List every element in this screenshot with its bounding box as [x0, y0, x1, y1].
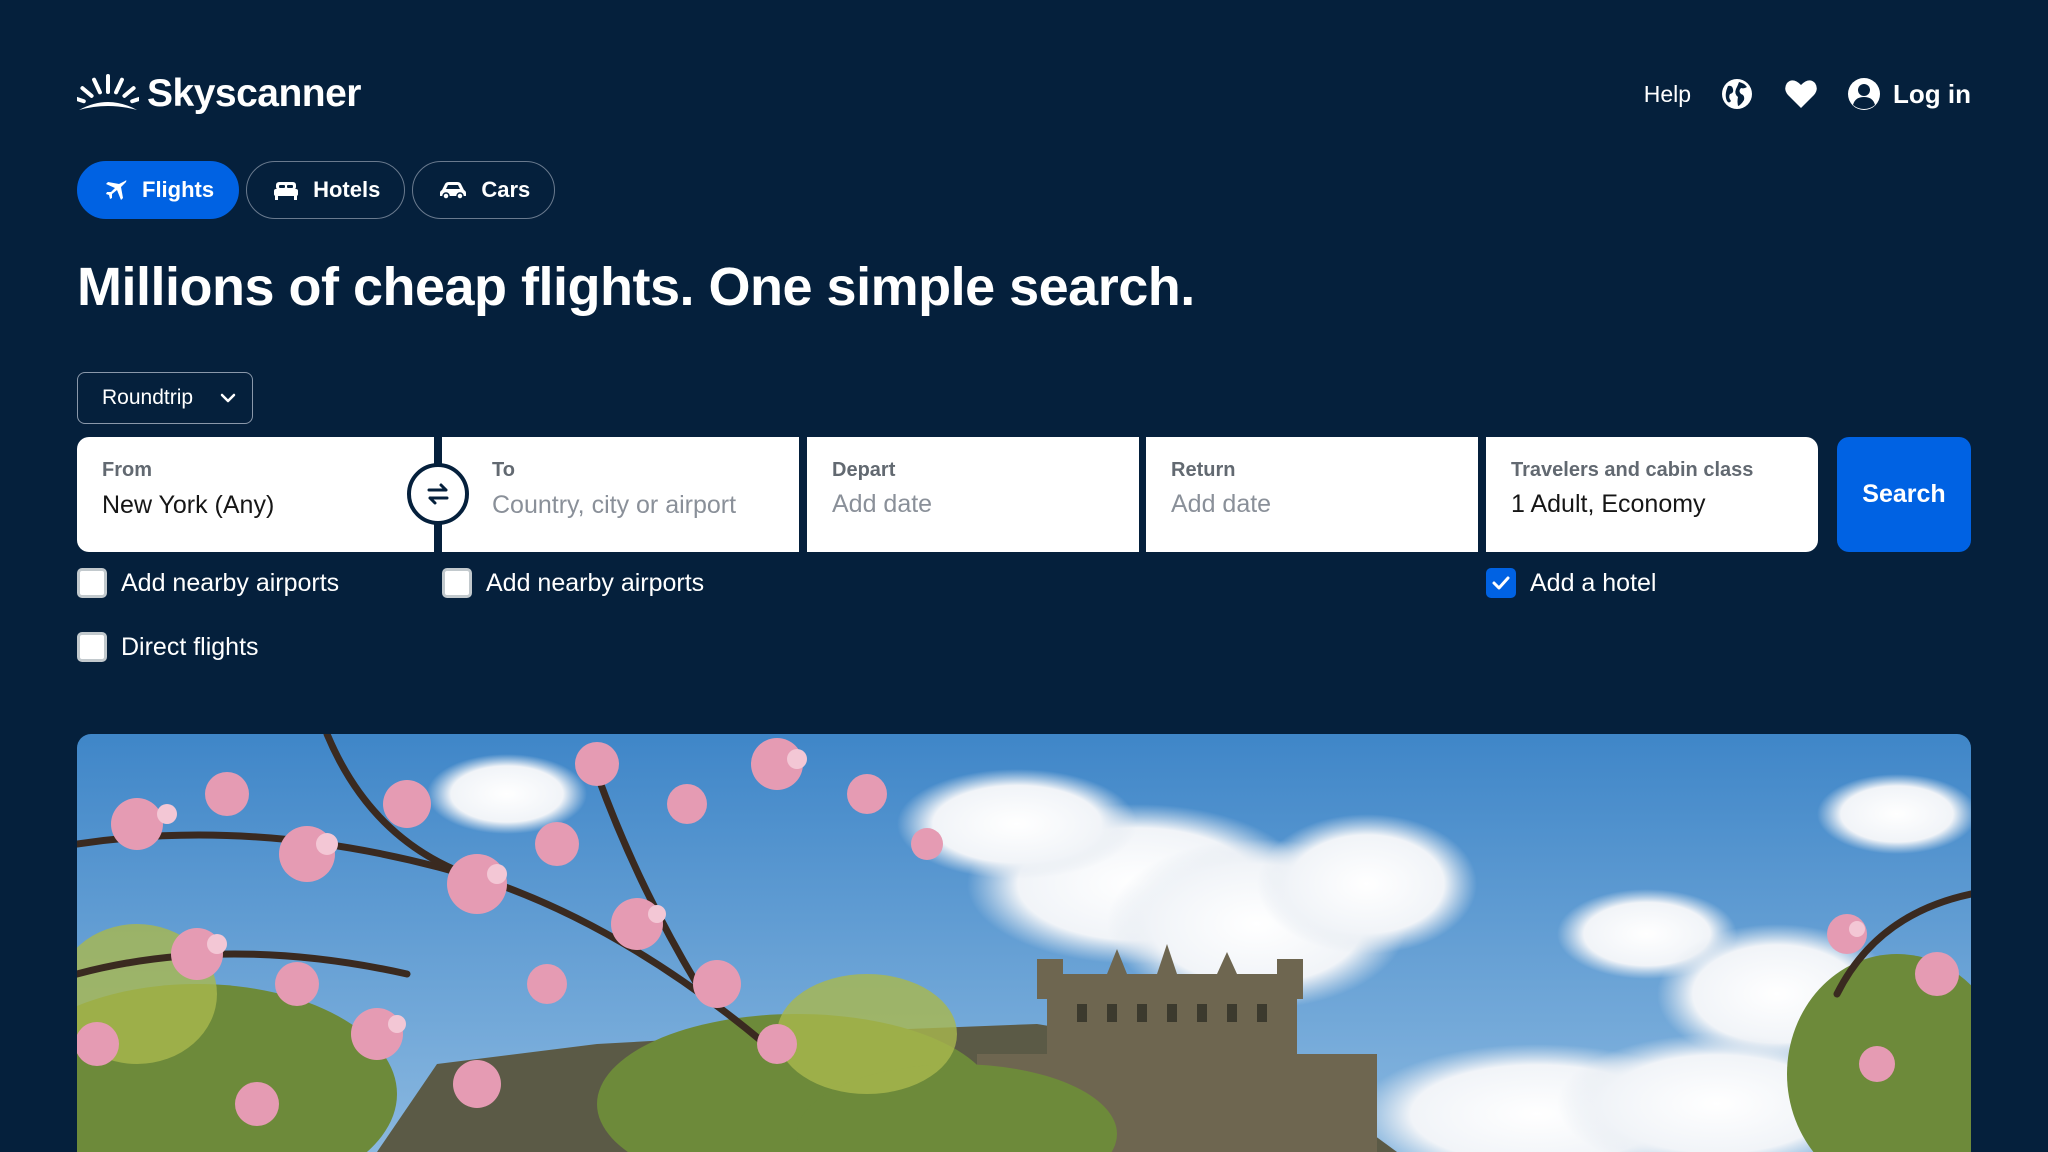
from-label: From [102, 459, 152, 481]
brand-name: Skyscanner [147, 72, 361, 115]
checkbox-box [77, 568, 107, 598]
travelers-value: 1 Adult, Economy [1511, 490, 1706, 518]
add-hotel-checkbox[interactable]: Add a hotel [1486, 568, 1657, 598]
login-button[interactable]: Log in [1847, 77, 1971, 111]
bed-icon [274, 182, 299, 200]
product-tabs: Flights Hotels Cars [77, 161, 556, 219]
depart-label: Depart [832, 459, 896, 481]
search-button[interactable]: Search [1837, 437, 1971, 552]
chevron-down-icon [220, 393, 236, 403]
checkbox-box [442, 568, 472, 598]
trip-type-value: Roundtrip [102, 386, 194, 409]
hero-image [77, 734, 1971, 1152]
from-value: New York (Any) [102, 491, 275, 519]
globe-icon [1722, 79, 1753, 109]
depart-date-field[interactable]: Depart Add date [807, 437, 1139, 552]
swap-arrows-icon [427, 483, 449, 505]
tab-flights-label: Flights [142, 177, 215, 202]
help-link[interactable]: Help [1644, 81, 1691, 108]
page: Skyscanner Help Log in Flights Hotels Ca… [0, 0, 2048, 1152]
return-date-field[interactable]: Return Add date [1146, 437, 1478, 552]
to-label: To [492, 459, 515, 481]
direct-flights-checkbox[interactable]: Direct flights [77, 632, 259, 662]
from-nearby-label: Add nearby airports [121, 568, 340, 597]
to-nearby-airports-checkbox[interactable]: Add nearby airports [442, 568, 704, 598]
region-button[interactable] [1719, 76, 1755, 112]
tab-hotels[interactable]: Hotels [246, 161, 406, 219]
tab-flights[interactable]: Flights [77, 161, 240, 219]
to-field[interactable]: To Country, city or airport [442, 437, 799, 552]
page-headline: Millions of cheap flights. One simple se… [77, 257, 1195, 317]
heart-icon [1785, 80, 1817, 108]
favorites-button[interactable] [1783, 76, 1819, 112]
header-nav: Help Log in [1644, 70, 1971, 118]
direct-flights-label: Direct flights [121, 632, 259, 661]
checkbox-box [77, 632, 107, 662]
swap-origin-destination-button[interactable] [407, 463, 469, 525]
tab-hotels-label: Hotels [313, 177, 381, 202]
return-placeholder: Add date [1171, 490, 1272, 518]
travelers-cabin-field[interactable]: Travelers and cabin class 1 Adult, Econo… [1486, 437, 1818, 552]
tab-cars[interactable]: Cars [412, 161, 556, 219]
plane-icon [106, 180, 127, 200]
checkmark-icon [1492, 576, 1510, 590]
from-field[interactable]: From New York (Any) [77, 437, 434, 552]
skyscanner-logo[interactable]: Skyscanner [77, 72, 361, 116]
from-nearby-airports-checkbox[interactable]: Add nearby airports [77, 568, 339, 598]
trip-type-select[interactable]: Roundtrip [77, 372, 253, 424]
return-label: Return [1171, 459, 1236, 481]
depart-placeholder: Add date [832, 490, 933, 518]
account-icon [1848, 78, 1881, 110]
sunburst-logo-icon [77, 74, 139, 110]
car-icon [440, 182, 467, 200]
login-label: Log in [1893, 78, 1971, 109]
to-nearby-label: Add nearby airports [486, 568, 705, 597]
checkbox-box-checked [1486, 568, 1516, 598]
to-placeholder: Country, city or airport [492, 491, 737, 519]
add-hotel-label: Add a hotel [1530, 568, 1657, 597]
tab-cars-label: Cars [481, 177, 531, 202]
travelers-label: Travelers and cabin class [1511, 459, 1754, 481]
